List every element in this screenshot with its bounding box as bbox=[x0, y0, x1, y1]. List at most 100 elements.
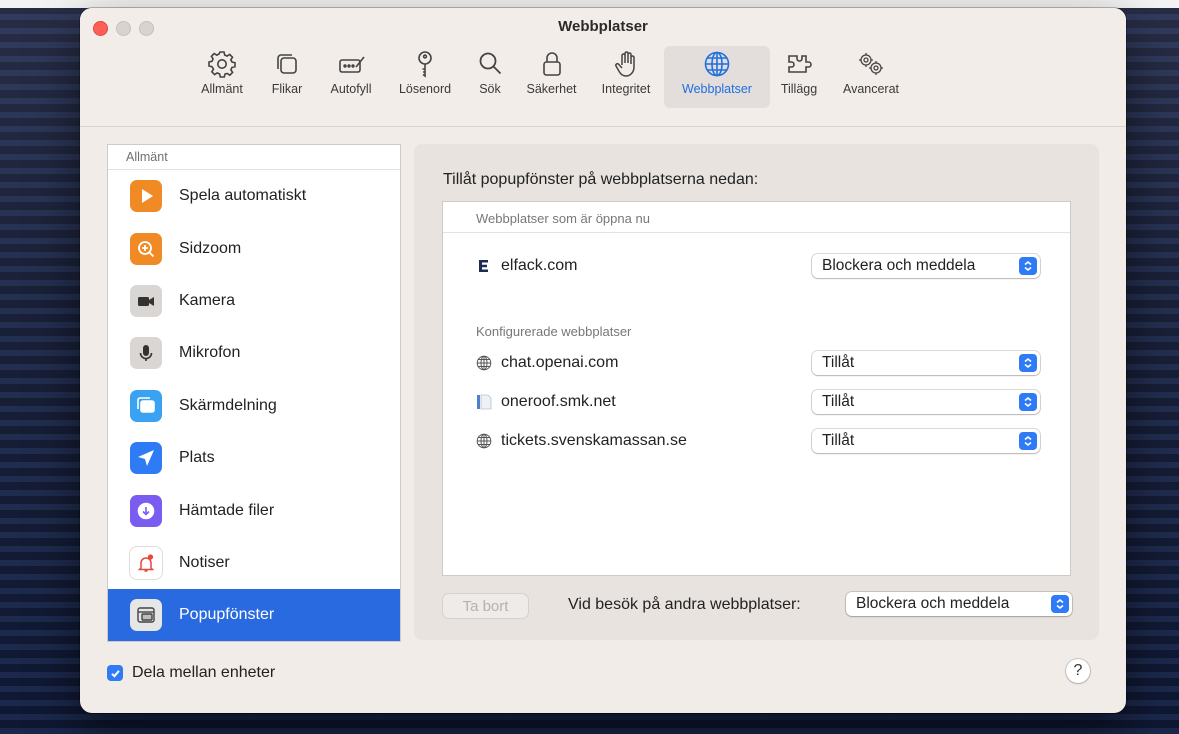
globe-icon bbox=[476, 355, 492, 371]
microphone-icon bbox=[130, 337, 162, 370]
sidebar-item-hamtade-filer[interactable]: Hämtade filer bbox=[108, 484, 400, 536]
panel-heading: Tillåt popupfönster på webbplatserna ned… bbox=[443, 171, 759, 188]
sidebar-item-label: Sidzoom bbox=[179, 239, 242, 257]
tab-tillagg[interactable]: Tillägg bbox=[770, 46, 828, 108]
tab-label: Flikar bbox=[271, 82, 303, 96]
sidebar-item-spela-automatiskt[interactable]: Spela automatiskt bbox=[108, 170, 400, 222]
site-name: elfack.com bbox=[501, 257, 578, 274]
chevron-up-down-icon bbox=[1019, 393, 1037, 411]
tab-label: Webbplatser bbox=[682, 82, 752, 96]
tab-label: Lösenord bbox=[398, 82, 452, 96]
tab-label: Tillägg bbox=[780, 82, 818, 96]
remove-button[interactable]: Ta bort bbox=[443, 594, 528, 618]
autofill-icon bbox=[339, 56, 365, 73]
site-setting-select[interactable]: Blockera och meddela bbox=[812, 254, 1040, 278]
gear-icon bbox=[208, 51, 236, 78]
play-icon bbox=[130, 180, 162, 213]
title-bar: Webbplatser Allmänt Flikar Autofyll Löse… bbox=[80, 8, 1126, 127]
sidebar-item-notiser[interactable]: Notiser bbox=[108, 537, 400, 589]
tabs-icon bbox=[277, 54, 297, 74]
sidebar-item-plats[interactable]: Plats bbox=[108, 432, 400, 484]
chevron-up-down-icon bbox=[1019, 354, 1037, 372]
puzzle-icon bbox=[788, 55, 812, 73]
site-setting-select[interactable]: Tillåt bbox=[812, 351, 1040, 375]
configured-sites-header: Konfigurerade webbplatser bbox=[476, 324, 632, 339]
share-label: Dela mellan enheter bbox=[132, 664, 276, 681]
tab-label: Integritet bbox=[601, 82, 651, 96]
divider bbox=[443, 232, 1070, 233]
camera-icon bbox=[130, 284, 162, 317]
site-name: chat.openai.com bbox=[501, 354, 619, 371]
sidebar-item-label: Skärmdelning bbox=[179, 396, 277, 414]
select-value: Tillåt bbox=[822, 393, 855, 410]
screen-sharing-icon bbox=[130, 389, 162, 422]
sidebar-item-label: Plats bbox=[179, 449, 215, 467]
document-icon bbox=[476, 394, 492, 410]
sidebar: Allmänt Spela automatiskt Sidzoom Kamera… bbox=[107, 144, 401, 642]
tab-avancerat[interactable]: Avancerat bbox=[828, 46, 914, 108]
globe-icon bbox=[476, 433, 492, 449]
chevron-up-down-icon bbox=[1019, 257, 1037, 275]
tab-sok[interactable]: Sök bbox=[465, 46, 515, 108]
sidebar-item-label: Spela automatiskt bbox=[179, 187, 307, 205]
key-icon bbox=[418, 51, 432, 78]
sidebar-item-label: Hämtade filer bbox=[179, 501, 275, 519]
location-icon bbox=[130, 442, 162, 475]
sidebar-item-kamera[interactable]: Kamera bbox=[108, 275, 400, 327]
site-name: oneroof.smk.net bbox=[501, 393, 616, 410]
website-list[interactable]: Webbplatser som är öppna nu elfack.com B… bbox=[442, 201, 1071, 576]
zoom-icon bbox=[130, 232, 162, 265]
gears-icon bbox=[859, 53, 883, 75]
sidebar-item-mikrofon[interactable]: Mikrofon bbox=[108, 327, 400, 379]
preferences-toolbar: Allmänt Flikar Autofyll Lösenord Sök Säk… bbox=[187, 46, 914, 108]
tab-sakerhet[interactable]: Säkerhet bbox=[515, 46, 588, 108]
site-setting-select[interactable]: Tillåt bbox=[812, 429, 1040, 453]
window-title: Webbplatser bbox=[558, 18, 648, 35]
select-value: Tillåt bbox=[822, 354, 855, 371]
popup-window-icon bbox=[130, 599, 162, 632]
tab-webbplatser[interactable]: Webbplatser bbox=[664, 46, 770, 108]
sidebar-item-label: Popupfönster bbox=[179, 606, 275, 624]
tab-label: Allmänt bbox=[201, 82, 243, 96]
tab-losenord[interactable]: Lösenord bbox=[385, 46, 465, 108]
sidebar-item-label: Notiser bbox=[179, 553, 230, 571]
sidebar-item-popupfonster[interactable]: Popupfönster bbox=[108, 589, 400, 641]
help-button[interactable]: ? bbox=[1066, 659, 1090, 683]
sidebar-item-label: Mikrofon bbox=[179, 344, 241, 362]
other-sites-label: Vid besök på andra webbplatser: bbox=[568, 596, 801, 613]
sidebar-item-skarmdelning[interactable]: Skärmdelning bbox=[108, 380, 400, 432]
tab-label: Autofyll bbox=[330, 82, 372, 96]
tab-integritet[interactable]: Integritet bbox=[588, 46, 664, 108]
tab-label: Avancerat bbox=[842, 82, 900, 96]
sidebar-header: Allmänt bbox=[108, 145, 400, 170]
site-setting-select[interactable]: Tillåt bbox=[812, 390, 1040, 414]
globe-icon bbox=[704, 51, 730, 77]
open-sites-header: Webbplatser som är öppna nu bbox=[476, 211, 650, 226]
chevron-up-down-icon bbox=[1019, 432, 1037, 450]
share-checkbox[interactable] bbox=[107, 665, 123, 681]
sidebar-item-sidzoom[interactable]: Sidzoom bbox=[108, 222, 400, 274]
menu-bar bbox=[0, 0, 1179, 8]
tab-allmant[interactable]: Allmänt bbox=[187, 46, 257, 108]
select-value: Tillåt bbox=[822, 432, 855, 449]
chevron-up-down-icon bbox=[1051, 595, 1069, 613]
preferences-window: Webbplatser Allmänt Flikar Autofyll Löse… bbox=[80, 8, 1126, 713]
share-across-devices[interactable]: Dela mellan enheter bbox=[107, 664, 275, 682]
popup-settings-panel: Tillåt popupfönster på webbplatserna ned… bbox=[414, 144, 1099, 640]
select-value: Blockera och meddela bbox=[856, 595, 1010, 612]
elfack-favicon bbox=[476, 258, 492, 274]
search-icon bbox=[479, 52, 502, 75]
tab-label: Sök bbox=[479, 82, 501, 96]
tab-flikar[interactable]: Flikar bbox=[257, 46, 317, 108]
sidebar-item-label: Kamera bbox=[179, 291, 236, 309]
checkmark-icon bbox=[110, 669, 120, 678]
other-sites-select[interactable]: Blockera och meddela bbox=[846, 592, 1072, 616]
tab-autofyll[interactable]: Autofyll bbox=[317, 46, 385, 108]
site-name: tickets.svenskamassan.se bbox=[501, 432, 687, 449]
tab-label: Säkerhet bbox=[526, 82, 577, 96]
hand-icon bbox=[615, 51, 635, 77]
download-icon bbox=[130, 494, 162, 527]
lock-icon bbox=[542, 52, 561, 76]
select-value: Blockera och meddela bbox=[822, 257, 976, 274]
bell-icon bbox=[130, 546, 162, 579]
